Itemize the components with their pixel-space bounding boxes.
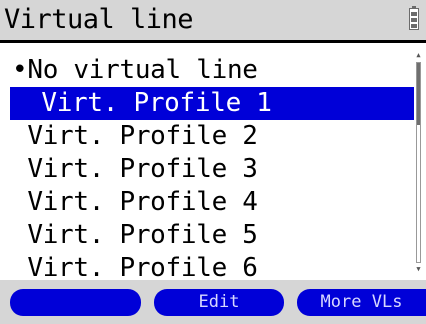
list-item-no-virtual-line[interactable]: •No virtual line [0,54,414,87]
scroll-down-arrow-icon[interactable]: ▼ [414,265,423,274]
scroll-track[interactable] [416,62,421,263]
softkey-bar: Edit More VLs [0,280,426,324]
battery-level-bar [411,12,417,16]
scrollbar[interactable]: ▲ ▼ [414,51,423,274]
battery-icon [409,6,419,30]
scroll-thumb[interactable] [417,63,420,125]
scroll-up-arrow-icon[interactable]: ▲ [414,51,423,60]
battery-level-bar [411,18,417,22]
list-item-virt-profile-1[interactable]: Virt. Profile 1 [10,87,414,120]
title-bar: Virtual line [0,0,426,40]
list-item-virt-profile-5[interactable]: Virt. Profile 5 [0,219,414,252]
battery-level-bar [411,24,417,28]
list-item-virt-profile-2[interactable]: Virt. Profile 2 [0,120,414,153]
page-title: Virtual line [4,4,194,35]
list-item-virt-profile-3[interactable]: Virt. Profile 3 [0,153,414,186]
edit-button[interactable]: Edit [154,289,284,316]
softkey-left-button[interactable] [10,289,141,316]
more-vls-button[interactable]: More VLs [297,289,426,316]
header-divider [0,40,426,43]
list-item-virt-profile-4[interactable]: Virt. Profile 4 [0,186,414,219]
virtual-line-list: •No virtual line Virt. Profile 1 Virt. P… [0,54,414,285]
